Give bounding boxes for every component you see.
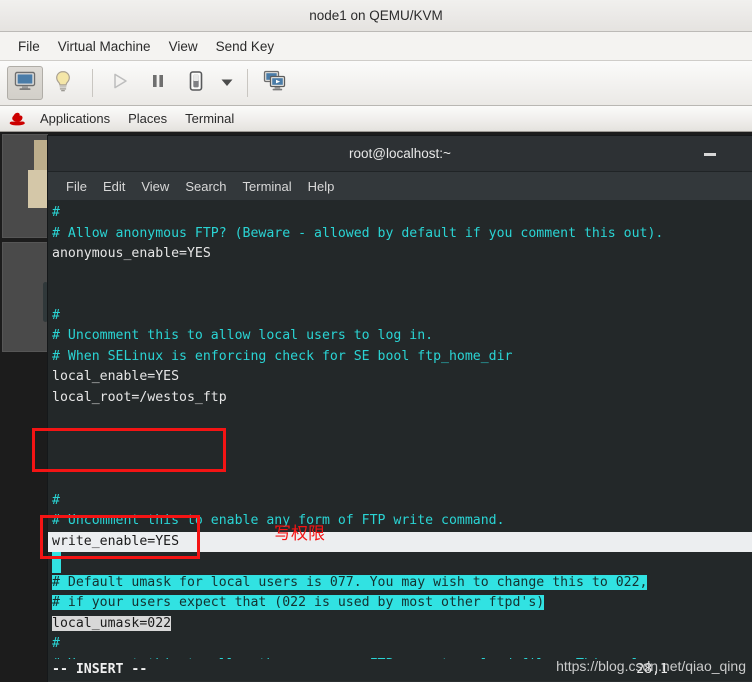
terminal-line: # When SELinux is enforcing check for SE… xyxy=(52,348,513,364)
terminal-window-title: root@localhost:~ xyxy=(349,146,451,161)
terminal-line: # xyxy=(52,636,60,652)
chevron-down-icon xyxy=(221,74,233,92)
term-menu-view[interactable]: View xyxy=(133,178,177,195)
terminal-line: # xyxy=(52,492,60,508)
terminal-line: # xyxy=(52,205,60,220)
console-monitor-icon xyxy=(14,71,36,96)
toolbar-separator-2 xyxy=(247,69,248,97)
terminal-text-area[interactable]: # # Allow anonymous FTP? (Beware - allowe… xyxy=(48,201,752,681)
toolbar-shutdown-vm[interactable] xyxy=(178,66,214,100)
terminal-line: # Uncomment this to enable any form of F… xyxy=(52,513,505,529)
fullscreen-screens-icon xyxy=(263,70,287,97)
power-shutdown-icon xyxy=(186,70,206,97)
text-cursor-block xyxy=(52,552,61,573)
toolbar-show-details[interactable] xyxy=(45,66,81,100)
gnome-menu-terminal[interactable]: Terminal xyxy=(176,110,243,127)
terminal-line: anonymous_enable=YES xyxy=(52,246,211,262)
terminal-line: # xyxy=(52,307,60,323)
background-window-lower xyxy=(2,242,48,352)
vm-menubar: File Virtual Machine View Send Key xyxy=(0,32,752,61)
vm-menu-view[interactable]: View xyxy=(160,37,207,56)
terminal-line: # xyxy=(48,552,752,573)
gnome-menu-places[interactable]: Places xyxy=(119,110,176,127)
annotation-note-write-permission: 写权限 xyxy=(274,524,325,544)
cursor-line-highlight: local_umask=022 xyxy=(52,615,172,631)
vm-window-title: node1 on QEMU/KVM xyxy=(309,8,443,23)
red-hat-logo-icon xyxy=(9,112,27,126)
gnome-top-panel: Applications Places Terminal xyxy=(0,106,752,132)
gnome-menu-applications[interactable]: Applications xyxy=(31,110,119,127)
terminal-titlebar: root@localhost:~ xyxy=(48,136,752,172)
minimize-icon[interactable] xyxy=(704,153,716,156)
toolbar-separator-1 xyxy=(92,69,93,97)
terminal-line: # if your users expect that (022 is used… xyxy=(48,593,752,614)
pause-icon xyxy=(148,71,168,96)
vm-window-titlebar: node1 on QEMU/KVM xyxy=(0,0,752,32)
vm-menu-file[interactable]: File xyxy=(9,37,49,56)
play-run-icon xyxy=(110,71,130,96)
terminal-line: local_root=/westos_ftp xyxy=(52,389,227,405)
toolbar-shutdown-menu[interactable] xyxy=(216,66,238,100)
term-menu-file[interactable]: File xyxy=(58,178,95,195)
terminal-window: root@localhost:~ File Edit View Search T… xyxy=(48,136,752,682)
selection-highlight: # Default umask for local users is 077. … xyxy=(52,574,648,590)
terminal-menubar: File Edit View Search Terminal Help xyxy=(48,172,752,201)
vm-toolbar xyxy=(0,61,752,106)
toolbar-run-vm[interactable] xyxy=(102,66,138,100)
vim-mode-indicator: -- INSERT -- xyxy=(52,662,148,677)
term-menu-search[interactable]: Search xyxy=(177,178,234,195)
lightbulb-details-icon xyxy=(53,70,73,97)
term-menu-help[interactable]: Help xyxy=(300,178,343,195)
term-menu-terminal[interactable]: Terminal xyxy=(235,178,300,195)
terminal-line: local_umask=022 xyxy=(48,614,752,635)
toolbar-pause-vm[interactable] xyxy=(140,66,176,100)
watermark-text: https://blog.csdn.net/qiao_qing xyxy=(556,658,746,675)
term-menu-edit[interactable]: Edit xyxy=(95,178,133,195)
toolbar-fullscreen[interactable] xyxy=(257,66,293,100)
terminal-line: # Default umask for local users is 077. … xyxy=(48,573,752,594)
terminal-line: # Allow anonymous FTP? (Beware - allowed… xyxy=(52,225,664,241)
terminal-line: write_enable=YES xyxy=(48,531,752,553)
terminal-line: local_enable=YES xyxy=(52,369,180,385)
screen-root: node1 on QEMU/KVM File Virtual Machine V… xyxy=(0,0,752,682)
vm-menu-send-key[interactable]: Send Key xyxy=(207,37,284,56)
selection-highlight: # if your users expect that (022 is used… xyxy=(52,595,545,611)
vm-menu-virtual-machine[interactable]: Virtual Machine xyxy=(49,37,160,56)
terminal-line: # Uncomment this to allow local users to… xyxy=(52,328,434,344)
background-strip-light xyxy=(28,170,48,208)
toolbar-show-console[interactable] xyxy=(7,66,43,100)
